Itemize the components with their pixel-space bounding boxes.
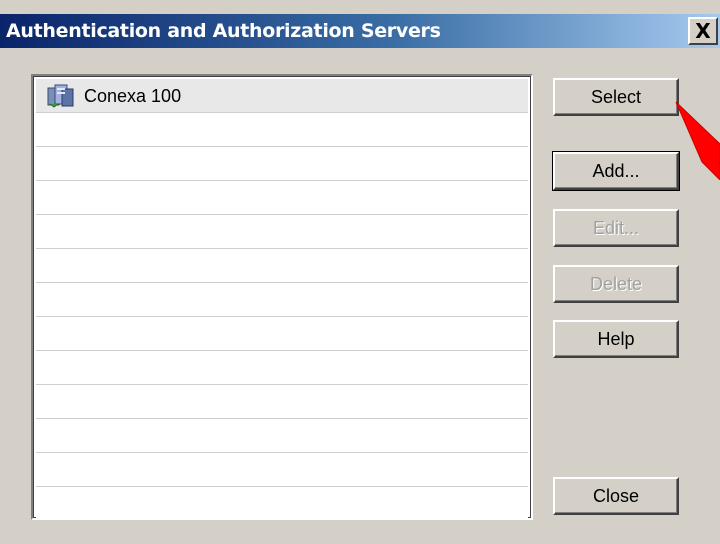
list-item[interactable] xyxy=(36,453,528,487)
list-item-label: Conexa 100 xyxy=(84,86,182,106)
list-item[interactable] xyxy=(36,487,528,518)
list-item[interactable]: Conexa 100 xyxy=(36,79,528,113)
edit-button: Edit... xyxy=(553,209,679,247)
list-item[interactable] xyxy=(36,215,528,249)
list-item[interactable] xyxy=(36,317,528,351)
server-icon xyxy=(47,84,74,108)
servers-dialog: Authentication and Authorization Servers… xyxy=(0,0,720,544)
help-button[interactable]: Help xyxy=(553,320,679,358)
dialog-title: Authentication and Authorization Servers xyxy=(6,20,441,42)
servers-list-rows: Conexa 100 xyxy=(36,79,528,518)
list-item[interactable] xyxy=(36,419,528,453)
select-button[interactable]: Select xyxy=(553,78,679,116)
list-item[interactable] xyxy=(36,283,528,317)
list-item[interactable] xyxy=(36,181,528,215)
close-window-button[interactable]: X xyxy=(688,17,718,45)
annotation-arrow-icon xyxy=(675,101,720,180)
close-icon: X xyxy=(695,19,711,43)
add-button[interactable]: Add... xyxy=(552,151,680,191)
delete-button: Delete xyxy=(553,265,679,303)
list-item[interactable] xyxy=(36,147,528,181)
servers-list[interactable]: Conexa 100 xyxy=(31,74,533,520)
close-button[interactable]: Close xyxy=(553,477,679,515)
title-bar[interactable]: Authentication and Authorization Servers… xyxy=(0,14,720,48)
list-item[interactable] xyxy=(36,249,528,283)
list-item[interactable] xyxy=(36,385,528,419)
list-item[interactable] xyxy=(36,351,528,385)
list-item[interactable] xyxy=(36,113,528,147)
